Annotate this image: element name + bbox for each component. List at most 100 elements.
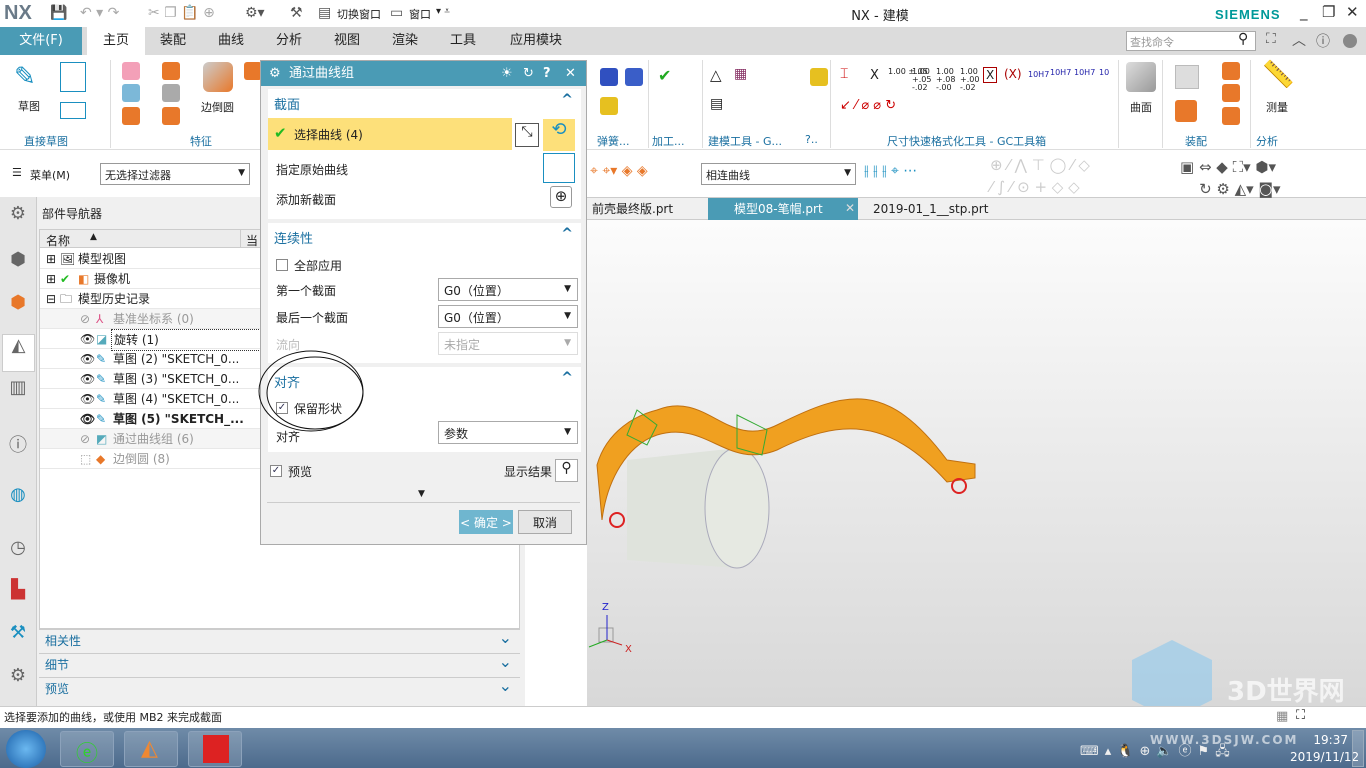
- menu-button[interactable]: 菜单(M): [30, 167, 70, 183]
- switch-window-icon[interactable]: ▤: [318, 5, 331, 21]
- clock[interactable]: 19:37 2019/11/12: [1290, 732, 1359, 766]
- collapse-icon[interactable]: ^: [561, 92, 573, 108]
- start-button[interactable]: [6, 730, 46, 768]
- pattern-icon[interactable]: [162, 62, 180, 80]
- clipboard-icons[interactable]: ✂ ❐ 📋 ⊕: [148, 5, 215, 21]
- last-section-select[interactable]: G0（位置）: [438, 305, 578, 328]
- undo-icon[interactable]: ↶ ▾ ↷: [80, 5, 119, 21]
- hole-icon[interactable]: [122, 107, 140, 125]
- tab-tools[interactable]: 工具: [438, 27, 488, 55]
- taskbar-ie-icon[interactable]: ⓔ: [60, 731, 114, 767]
- tab-render[interactable]: 渲染: [380, 27, 430, 55]
- expand-more-icon[interactable]: ▼: [418, 489, 425, 499]
- sketch-icon[interactable]: ✎: [14, 62, 36, 92]
- snap-icons[interactable]: ⌖ ⌖▾ ◈ ◈: [590, 163, 648, 179]
- triangle-icon[interactable]: △: [710, 66, 722, 84]
- extrude-icon[interactable]: [122, 84, 140, 102]
- history-icon[interactable]: ◷: [6, 537, 30, 561]
- cancel-button[interactable]: 取消: [518, 510, 572, 534]
- save-icon[interactable]: 💾: [50, 5, 67, 21]
- measure-button[interactable]: 测量: [1266, 99, 1288, 115]
- extension-spring-icon[interactable]: [625, 68, 643, 86]
- column-name[interactable]: 名称: [46, 232, 70, 249]
- settings-icon[interactable]: ⚙: [6, 203, 30, 227]
- curve-option-icons[interactable]: ⫲ ⫲ ⫲ ⌖ ⋯: [864, 163, 917, 179]
- roles-icon[interactable]: ⚙: [6, 665, 30, 689]
- taskbar-app-icon[interactable]: [188, 731, 242, 767]
- system-materials-icon[interactable]: ▙: [6, 579, 30, 603]
- assembly-navigator-icon[interactable]: ⬢: [6, 249, 30, 273]
- process-studio-icon[interactable]: ⚒: [6, 622, 30, 646]
- snap-point-icons[interactable]: ⊕ ⁄ ⋀ ⊤ ◯ ⁄ ◇ ⁄ ∫ ⁄ ⊙ + ◇ ◇: [990, 154, 1160, 198]
- repeat-command-icon[interactable]: ⚒: [290, 5, 303, 21]
- fit-2[interactable]: 10H7: [1050, 68, 1071, 77]
- note-icon[interactable]: ▤: [710, 96, 723, 112]
- tolerance-3[interactable]: 1.00 +.08 -.00: [936, 68, 958, 92]
- minimize-icon[interactable]: _: [1300, 3, 1308, 21]
- panel-dependencies[interactable]: 相关性: [39, 626, 520, 652]
- section-header[interactable]: 截面: [274, 94, 300, 113]
- edge-blend-icon[interactable]: [203, 62, 233, 92]
- collapse-icon[interactable]: ^: [561, 370, 573, 386]
- reverse-direction-icon[interactable]: ⤡: [515, 123, 539, 147]
- check-icon[interactable]: ✔: [658, 66, 671, 85]
- add-component-icon[interactable]: [1175, 100, 1197, 122]
- surface-button[interactable]: 曲面: [1130, 99, 1152, 115]
- ok-button[interactable]: < 确定 >: [459, 510, 513, 534]
- fullscreen-icon[interactable]: ⛶: [1296, 708, 1305, 723]
- window-dropdown-icon[interactable]: ▾ ⩡: [436, 6, 450, 17]
- sort-asc-icon[interactable]: ▲: [90, 232, 97, 242]
- tolerance-4[interactable]: 1.00 +.00 -.02: [960, 68, 982, 92]
- assembly-tool-icon[interactable]: [810, 68, 828, 86]
- constraint-navigator-icon[interactable]: ⬢: [6, 292, 30, 316]
- continuity-header[interactable]: 连续性: [274, 228, 313, 247]
- sketch-button[interactable]: 草图: [18, 98, 40, 114]
- origin-curve-button[interactable]: [543, 153, 575, 183]
- pattern-component-icon[interactable]: [1222, 107, 1240, 125]
- doc-tab-front-shell[interactable]: 前壳最终版.prt: [587, 198, 678, 220]
- profile-icon[interactable]: [60, 62, 86, 92]
- hint-icon[interactable]: ☀: [501, 61, 513, 86]
- move-component-icon[interactable]: [1222, 84, 1240, 102]
- tab-application[interactable]: 应用模块: [496, 27, 576, 55]
- view-icons[interactable]: ▣ ⇔ ◆ ⛶▾ ⬢▾ ↻ ⚙ ◭▾ ◙▾: [1180, 156, 1340, 200]
- switch-window-button[interactable]: 切换窗口: [337, 6, 381, 22]
- edge-blend-button[interactable]: 边倒圆: [201, 99, 234, 115]
- reuse-library-icon[interactable]: ▥: [6, 377, 30, 401]
- paren-x-icon[interactable]: (X): [1004, 67, 1022, 81]
- fullscreen-icon[interactable]: ⛶: [1266, 31, 1276, 47]
- curve-rule-select[interactable]: 相连曲线: [701, 163, 856, 185]
- graphics-viewport[interactable]: Z X Y 3D世界网: [574, 220, 1366, 720]
- surface-icon[interactable]: [1126, 62, 1156, 92]
- gear-icon[interactable]: ⚙: [269, 61, 281, 86]
- tab-view[interactable]: 视图: [322, 27, 372, 55]
- close-tab-icon[interactable]: ✕: [845, 201, 855, 215]
- reset-icon[interactable]: ↻: [523, 61, 534, 86]
- cylinder-icon[interactable]: [162, 84, 180, 102]
- fit-1[interactable]: 10H7: [1028, 70, 1049, 79]
- doc-tab-pen-cap[interactable]: 模型08-笔帽.prt: [708, 198, 858, 220]
- fit-3[interactable]: 10H7: [1074, 68, 1095, 77]
- first-section-select[interactable]: G0（位置）: [438, 278, 578, 301]
- spring-icon[interactable]: [600, 68, 618, 86]
- web-browser-icon[interactable]: ◍: [6, 484, 30, 508]
- info-icon[interactable]: ⓘ: [6, 431, 30, 456]
- alignment-select[interactable]: 参数: [438, 421, 578, 444]
- tolerance-2[interactable]: 1.00 +.05 -.02: [912, 68, 934, 92]
- panel-preview[interactable]: 预览: [39, 674, 520, 700]
- measure-icon[interactable]: 📏: [1262, 60, 1294, 90]
- tab-analysis[interactable]: 分析: [264, 27, 314, 55]
- show-result-button[interactable]: ⚲: [555, 459, 578, 482]
- tab-home[interactable]: 主页: [87, 27, 145, 55]
- collapse-ribbon-icon[interactable]: ︿: [1292, 30, 1306, 50]
- help-icon[interactable]: ?: [543, 61, 551, 86]
- fit-4[interactable]: 10: [1099, 68, 1109, 77]
- tab-assembly[interactable]: 装配: [148, 27, 198, 55]
- search-icon[interactable]: ⚲: [1238, 31, 1248, 47]
- table-icon[interactable]: ▦: [734, 66, 747, 82]
- boxed-x-icon[interactable]: X: [983, 67, 998, 83]
- collapse-icon[interactable]: ^: [561, 226, 573, 242]
- disc-spring-icon[interactable]: [600, 97, 618, 115]
- dimension-icon[interactable]: ⌶: [840, 66, 848, 82]
- checker-icon[interactable]: ▦: [1276, 709, 1288, 724]
